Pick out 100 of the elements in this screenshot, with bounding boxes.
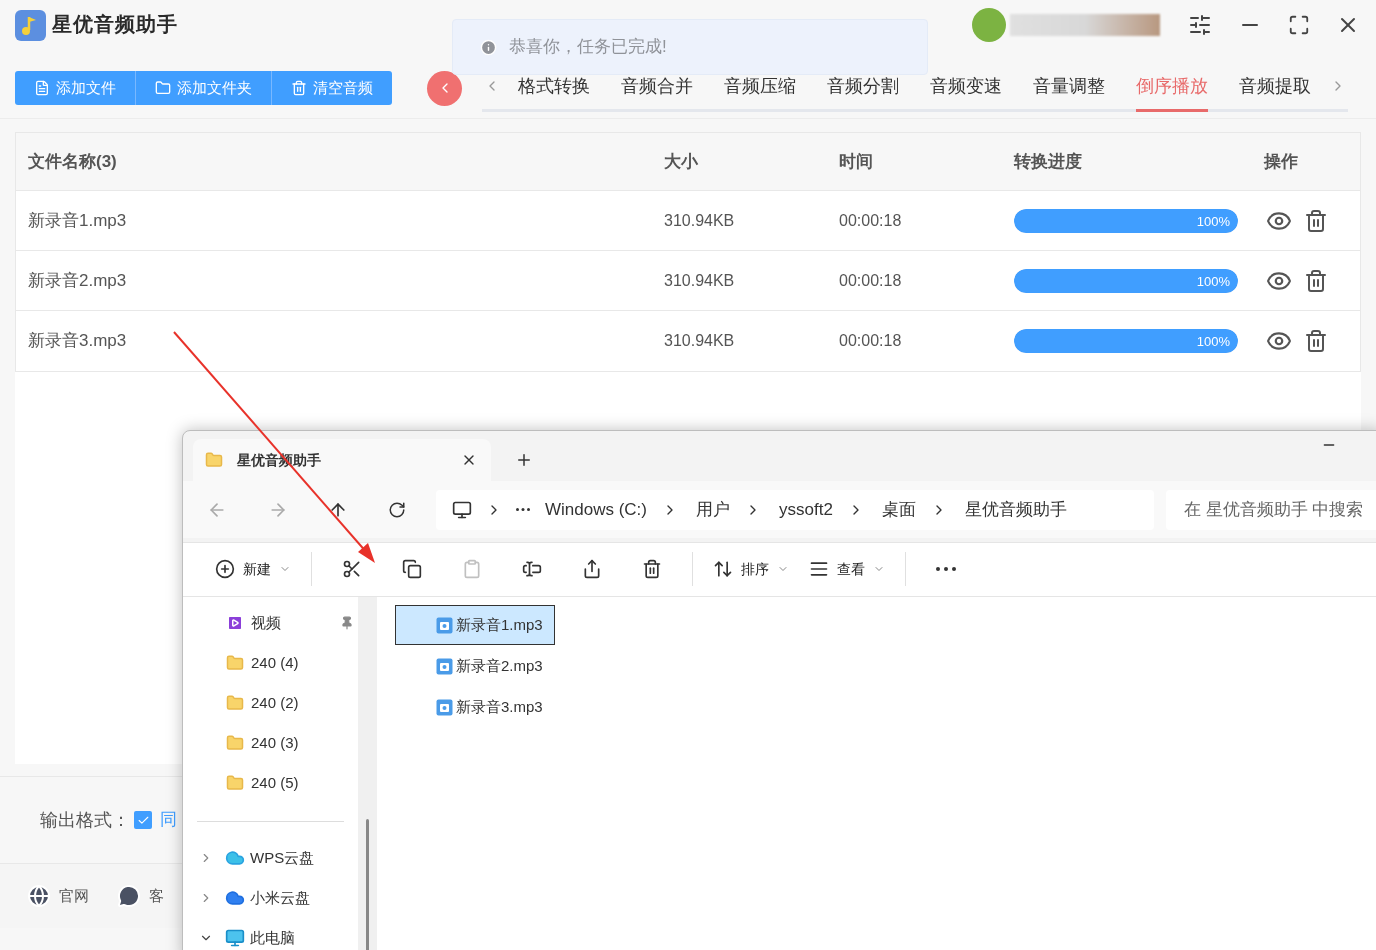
option-label: 同 bbox=[160, 809, 177, 832]
table-cell-text: 00:00:18 bbox=[839, 270, 903, 291]
tab[interactable]: 音频压缩 bbox=[724, 72, 796, 112]
delete-icon[interactable] bbox=[1304, 268, 1328, 293]
command-button[interactable]: 排序 bbox=[703, 551, 799, 588]
command-button[interactable]: 查看 bbox=[799, 551, 895, 588]
breadcrumb-item[interactable]: 桌面 bbox=[881, 496, 916, 523]
delete-icon[interactable] bbox=[1304, 208, 1328, 233]
command-button[interactable]: 新建 bbox=[205, 551, 301, 588]
scrollbar[interactable] bbox=[366, 819, 369, 950]
cloud-icon bbox=[225, 848, 245, 868]
tab[interactable]: 格式转换 bbox=[518, 72, 590, 112]
refresh-icon[interactable] bbox=[388, 500, 406, 519]
address-bar[interactable]: Windows (C:) 用户 yssoft2 桌面 星优音频助手 bbox=[436, 489, 1154, 530]
folder-icon bbox=[226, 654, 244, 672]
video-icon bbox=[226, 614, 244, 632]
file-name: 新录音1.mp3 bbox=[456, 614, 543, 635]
audio-file-icon bbox=[436, 657, 453, 675]
avatar bbox=[972, 8, 1006, 42]
trash-icon bbox=[291, 80, 307, 96]
folder-icon bbox=[226, 774, 244, 792]
footer-link[interactable]: 官网 bbox=[27, 884, 89, 908]
more-icon bbox=[516, 508, 530, 512]
file-item[interactable]: 新录音1.mp3 bbox=[395, 605, 555, 645]
nav-label: 240 (3) bbox=[251, 732, 299, 753]
maximize-icon[interactable] bbox=[1288, 14, 1310, 36]
share-icon bbox=[582, 559, 602, 580]
folder-icon bbox=[226, 734, 244, 752]
progress-label: 100% bbox=[1196, 212, 1230, 231]
folder-icon bbox=[205, 451, 223, 470]
tab[interactable]: 音频分割 bbox=[827, 72, 899, 112]
breadcrumb-item[interactable]: yssoft2 bbox=[779, 496, 833, 523]
output-format-label: 输出格式： bbox=[40, 808, 130, 832]
file-item[interactable]: 新录音2.mp3 bbox=[395, 646, 555, 686]
cloud-icon bbox=[225, 888, 245, 908]
rename-icon bbox=[522, 559, 542, 580]
more-icon bbox=[936, 567, 956, 572]
progress-label: 100% bbox=[1196, 333, 1230, 351]
chat-icon bbox=[117, 884, 141, 908]
nav-item[interactable]: 240 (3) bbox=[183, 723, 358, 763]
breadcrumb-item[interactable]: 用户 bbox=[696, 496, 730, 523]
nav-label: 视频 bbox=[251, 612, 281, 633]
column-header: 文件名称(3) bbox=[28, 150, 118, 173]
breadcrumb-item[interactable]: Windows (C:) bbox=[545, 496, 647, 523]
checkbox[interactable] bbox=[134, 811, 152, 829]
folder-icon bbox=[226, 694, 244, 712]
computer-icon bbox=[452, 499, 472, 520]
footer-link[interactable]: 客 bbox=[117, 884, 164, 908]
audio-file-icon bbox=[436, 698, 453, 716]
toast-message: 恭喜你，任务已完成! bbox=[509, 36, 667, 59]
app-logo-icon bbox=[15, 9, 46, 41]
file-item[interactable]: 新录音3.mp3 bbox=[395, 687, 555, 727]
nav-item[interactable]: 此电脑 bbox=[183, 918, 358, 950]
table-cell-text: 00:00:18 bbox=[839, 210, 903, 231]
browser-icon bbox=[27, 884, 51, 908]
paste-icon bbox=[462, 559, 482, 580]
table-cell-text: 新录音3.mp3 bbox=[28, 330, 128, 353]
delete-icon[interactable] bbox=[1304, 329, 1328, 353]
delete-icon bbox=[642, 559, 662, 580]
file-name: 新录音3.mp3 bbox=[456, 696, 543, 717]
cut-icon bbox=[342, 559, 362, 580]
app-title: 星优音频助手 bbox=[52, 12, 178, 37]
computer-icon bbox=[225, 928, 245, 948]
table-cell-text: 新录音2.mp3 bbox=[28, 269, 128, 292]
nav-label: 小米云盘 bbox=[250, 887, 310, 908]
nav-item[interactable]: 视频 bbox=[183, 603, 358, 643]
nav-label: 240 (5) bbox=[251, 772, 299, 793]
tab[interactable]: 音量调整 bbox=[1033, 72, 1105, 112]
column-header: 转换进度 bbox=[1014, 150, 1083, 173]
table-cell-text: 00:00:18 bbox=[839, 331, 903, 351]
plus-icon bbox=[215, 559, 235, 580]
nav-item[interactable]: 240 (2) bbox=[183, 683, 358, 723]
settings-icon[interactable] bbox=[1188, 13, 1212, 37]
tab[interactable]: 音频变速 bbox=[930, 72, 1002, 112]
column-header: 大小 bbox=[664, 150, 699, 173]
file-name: 新录音2.mp3 bbox=[456, 655, 543, 676]
copy-icon bbox=[402, 559, 422, 580]
search-field[interactable]: 在 星优音频助手 中搜索 bbox=[1166, 489, 1376, 530]
table-cell-text: 310.94KB bbox=[664, 270, 736, 291]
audio-file-icon bbox=[436, 616, 453, 634]
column-header: 时间 bbox=[839, 150, 874, 173]
progress-label: 100% bbox=[1196, 272, 1230, 291]
tab[interactable]: 音频合并 bbox=[621, 72, 693, 112]
collapse-button[interactable] bbox=[427, 70, 462, 106]
nav-item[interactable]: WPS云盘 bbox=[183, 838, 358, 878]
nav-item[interactable]: 小米云盘 bbox=[183, 878, 358, 918]
table-cell-text: 新录音1.mp3 bbox=[28, 209, 128, 232]
tab[interactable]: 音频提取 bbox=[1239, 72, 1311, 112]
column-header: 操作 bbox=[1264, 150, 1299, 173]
nav-item[interactable]: 240 (5) bbox=[183, 763, 358, 803]
nav-label: WPS云盘 bbox=[250, 847, 315, 868]
table-cell-text: 310.94KB bbox=[664, 331, 736, 351]
nav-item[interactable]: 240 (4) bbox=[183, 643, 358, 683]
info-icon bbox=[480, 38, 497, 56]
nav-label: 240 (2) bbox=[251, 692, 299, 713]
nav-label: 240 (4) bbox=[251, 652, 299, 673]
table-cell-text: 310.94KB bbox=[664, 210, 736, 231]
folder-icon bbox=[155, 80, 171, 96]
breadcrumb-item[interactable]: 星优音频助手 bbox=[964, 496, 1067, 523]
file-icon bbox=[34, 80, 50, 96]
